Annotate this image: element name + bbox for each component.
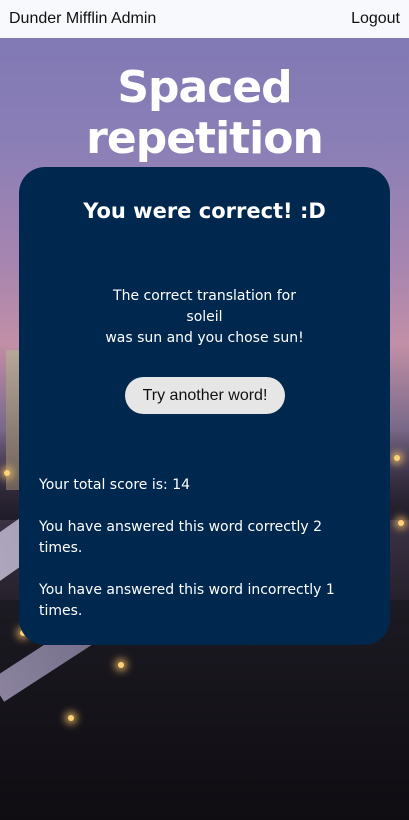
feedback-line-intro: The correct translation for (113, 288, 296, 304)
total-score: Your total score is: 14 (39, 477, 191, 493)
logout-link[interactable]: Logout (351, 10, 400, 28)
result-heading: You were correct! :D (83, 199, 326, 223)
score-stats: Your total score is: 14 You have answere… (39, 475, 369, 643)
lamp-light (68, 715, 74, 721)
lamp-light (118, 662, 124, 668)
incorrect-count: You have answered this word incorrectly … (39, 582, 335, 619)
lamp-light (394, 455, 400, 461)
top-navbar: Dunder Mifflin Admin Logout (0, 0, 409, 38)
feedback-text: The correct translation for soleil was s… (19, 286, 390, 349)
correct-count: You have answered this word correctly 2 … (39, 519, 323, 556)
lamp-light (4, 470, 10, 476)
feedback-original-word: soleil (186, 309, 223, 325)
page-title: Spaced repetition (86, 62, 324, 164)
try-another-word-button[interactable]: Try another word! (125, 377, 285, 414)
app-name: Dunder Mifflin Admin (9, 10, 157, 27)
feedback-line-answer: was sun and you chose sun! (105, 330, 304, 346)
bridge-pillar (6, 350, 20, 490)
lamp-light (398, 520, 404, 526)
result-card: You were correct! :D The correct transla… (19, 167, 390, 645)
